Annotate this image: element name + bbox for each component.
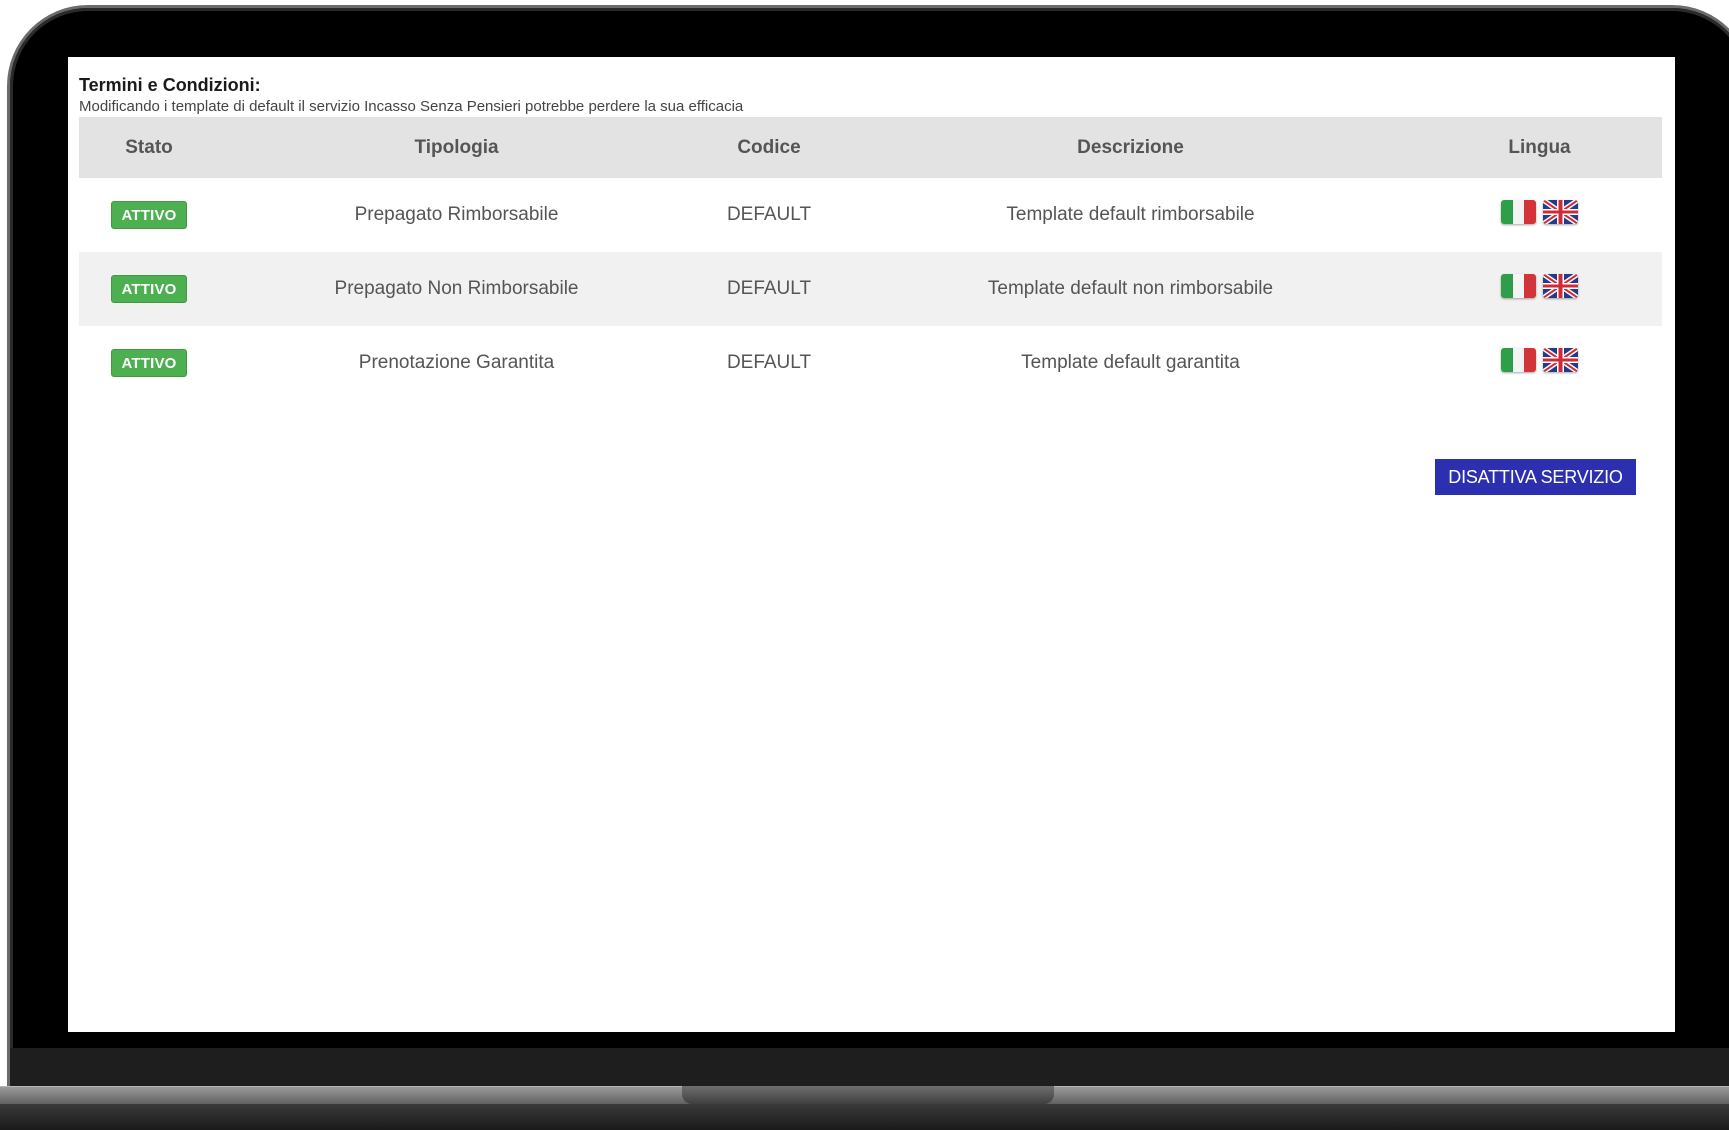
italian-flag-icon[interactable] [1501, 348, 1536, 372]
status-badge: ATTIVO [111, 349, 187, 377]
cell-lingua [1417, 326, 1662, 400]
cell-lingua [1417, 252, 1662, 326]
status-badge: ATTIVO [111, 201, 187, 229]
table-row: ATTIVO Prepagato Non Rimborsabile DEFAUL… [79, 252, 1662, 326]
screen-content: Termini e Condizioni: Modificando i temp… [68, 57, 1675, 1032]
column-header-tipologia: Tipologia [219, 117, 694, 178]
cell-stato: ATTIVO [79, 326, 219, 400]
laptop-base-bottom [0, 1104, 1729, 1130]
section-title: Termini e Condizioni: [79, 75, 261, 95]
cell-stato: ATTIVO [79, 252, 219, 326]
italian-flag-icon[interactable] [1501, 200, 1536, 224]
table-header-row: Stato Tipologia Codice Descrizione Lingu… [79, 117, 1662, 178]
cell-descrizione: Template default rimborsabile [1006, 204, 1255, 225]
cell-codice: DEFAULT [726, 352, 812, 373]
cell-codice: DEFAULT [726, 204, 812, 225]
language-flags [1501, 274, 1578, 298]
terms-table: Stato Tipologia Codice Descrizione Lingu… [79, 117, 1662, 400]
column-header-descrizione: Descrizione [844, 117, 1417, 178]
cell-tipologia: Prepagato Non Rimborsabile [219, 252, 694, 326]
column-header-codice: Codice [694, 117, 844, 178]
column-header-stato: Stato [79, 117, 219, 178]
cell-tipologia: Prenotazione Garantita [358, 352, 555, 373]
cell-lingua [1417, 178, 1662, 252]
table-row: ATTIVO Prenotazione Garantita DEFAULT Te… [79, 326, 1662, 400]
disable-service-button[interactable]: DISATTIVA SERVIZIO [1435, 459, 1636, 495]
uk-flag-icon[interactable] [1543, 274, 1578, 298]
uk-flag-icon[interactable] [1543, 348, 1578, 372]
table-row: ATTIVO Prepagato Rimborsabile DEFAULT Te… [79, 178, 1662, 252]
laptop-chin [10, 1048, 1729, 1090]
cell-codice: DEFAULT [694, 252, 844, 326]
language-flags [1501, 348, 1578, 372]
section-subtitle: Modificando i template di default il ser… [79, 98, 744, 115]
cell-descrizione: Template default garantita [1021, 352, 1240, 373]
column-header-lingua: Lingua [1417, 117, 1662, 178]
cell-descrizione: Template default non rimborsabile [844, 252, 1417, 326]
device-mockup: Termini e Condizioni: Modificando i temp… [0, 0, 1729, 1130]
status-badge: ATTIVO [111, 275, 187, 303]
cell-stato: ATTIVO [79, 178, 219, 252]
italian-flag-icon[interactable] [1501, 274, 1536, 298]
laptop-hinge-notch [682, 1086, 1054, 1104]
cell-tipologia: Prepagato Rimborsabile [354, 204, 559, 225]
uk-flag-icon[interactable] [1543, 200, 1578, 224]
language-flags [1501, 200, 1578, 224]
